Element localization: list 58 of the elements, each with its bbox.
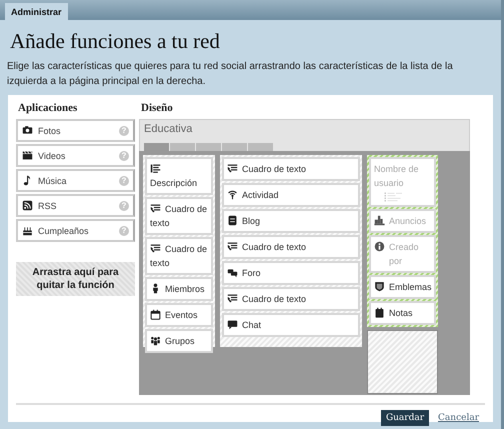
page-description: Elige las características que quieres para tu red social arrastrando las características de la lista de la izquierda a la página principal en la derecha. — [7, 60, 454, 89]
cake-icon — [22, 225, 33, 236]
calendar-icon — [150, 309, 161, 320]
camera-icon — [22, 125, 33, 136]
layout-tab[interactable] — [170, 143, 195, 151]
layout-tab[interactable] — [222, 143, 247, 151]
application-item[interactable]: Videos ? — [16, 144, 135, 167]
section-heading: Aplicaciones — [18, 102, 78, 114]
admin-tab[interactable]: Administrar — [5, 3, 68, 20]
person-icon — [150, 283, 161, 294]
text-box-icon — [227, 163, 238, 174]
feature-module[interactable]: Emblemas — [369, 275, 436, 299]
application-item[interactable]: RSS ? — [16, 194, 135, 217]
text-lines-icon — [150, 163, 161, 174]
empty-slot — [367, 330, 438, 394]
speech-bubbles-icon — [227, 267, 238, 278]
layout-tab[interactable] — [248, 143, 273, 151]
feature-module[interactable]: Chat — [222, 313, 360, 337]
feature-module[interactable]: Descripción — [145, 157, 213, 195]
application-item[interactable]: Cumpleaños ? — [16, 219, 135, 242]
page-title: Añade funciones a tu red — [10, 29, 221, 54]
feature-module[interactable]: Cuadro de texto — [222, 287, 360, 311]
stack-icon — [227, 215, 238, 226]
feature-module[interactable]: Blog — [222, 209, 360, 233]
rss-icon — [22, 200, 33, 211]
feature-module[interactable]: Foro — [222, 261, 360, 285]
speech-bubble-icon — [227, 319, 238, 330]
feature-module[interactable]: Grupos — [145, 329, 213, 353]
clipboard-icon — [374, 307, 385, 318]
feature-module[interactable]: Cuadro de texto — [145, 197, 213, 235]
text-box-icon — [227, 293, 238, 304]
module-label: Nombre de usuario — [374, 163, 420, 190]
feature-module[interactable]: Actividad — [222, 183, 360, 207]
buildings-icon — [374, 215, 385, 226]
music-note-icon — [22, 175, 33, 186]
text-box-icon — [227, 241, 238, 252]
text-box-icon — [150, 203, 161, 214]
people-icon — [150, 335, 161, 346]
text-box-icon — [150, 243, 161, 254]
cancel-link[interactable]: Cancelar — [438, 413, 479, 423]
save-button[interactable]: Guardar — [380, 410, 430, 426]
layout-tab[interactable] — [144, 143, 169, 151]
shield-icon — [374, 281, 385, 292]
feature-module[interactable]: Cuadro de texto — [222, 235, 360, 259]
feature-module[interactable]: Notas — [369, 301, 436, 325]
feature-module[interactable]: Eventos — [145, 303, 213, 327]
application-item[interactable]: Fotos ? — [16, 119, 135, 142]
clapperboard-icon — [22, 150, 33, 161]
section-heading: Diseño — [141, 102, 174, 114]
feature-module[interactable]: Cuadro de texto — [222, 157, 360, 181]
feature-module[interactable]: Cuadro de texto — [145, 237, 213, 275]
theme-name: Educativa — [143, 122, 194, 137]
application-item[interactable]: Música ? — [16, 169, 135, 192]
feature-module[interactable]: Miembros — [145, 277, 213, 301]
info-icon — [374, 241, 385, 252]
layout-tab[interactable] — [196, 143, 221, 151]
signal-icon — [227, 189, 238, 200]
drop-zone[interactable]: Arrastra aquí para quitar la función — [16, 262, 135, 296]
